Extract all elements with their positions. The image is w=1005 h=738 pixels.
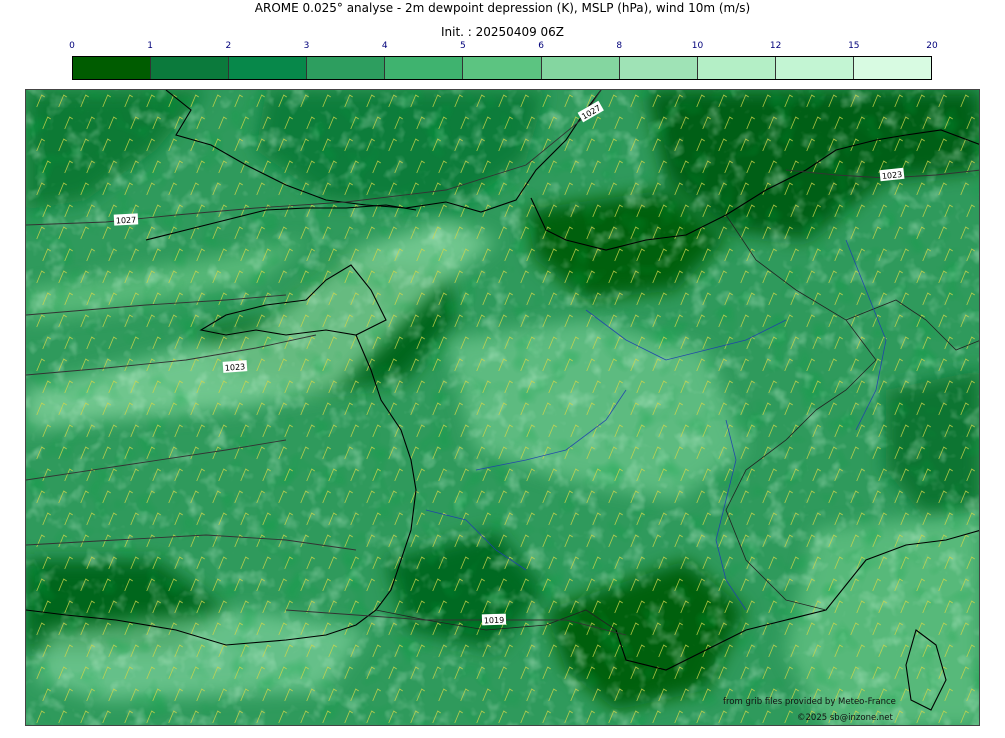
colorbar bbox=[72, 56, 932, 80]
colorbar-swatch bbox=[697, 57, 776, 79]
isobar-label: 1027 bbox=[116, 215, 137, 225]
data-source-credit: from grib files provided by Meteo-France bbox=[723, 697, 896, 707]
colorbar-tick: 1 bbox=[147, 41, 154, 51]
colorbar-tick: 12 bbox=[769, 41, 782, 51]
colorbar-tick: 20 bbox=[926, 41, 938, 51]
init-time: Init. : 20250409 06Z bbox=[440, 25, 565, 39]
colorbar-ticks: 0 1 2 3 4 5 6 8 10 12 15 20 bbox=[69, 41, 938, 55]
colorbar-swatch bbox=[619, 57, 698, 79]
map-svg: 1027 1023 1027 1023 1019 bbox=[26, 90, 979, 725]
colorbar-tick: 3 bbox=[303, 41, 310, 51]
colorbar-tick: 0 bbox=[69, 41, 75, 51]
weather-map: 1027 1023 1027 1023 1019 from grib files… bbox=[25, 89, 980, 726]
isobar-label: 1019 bbox=[484, 616, 505, 626]
colorbar-tick: 15 bbox=[848, 41, 860, 51]
colorbar-tick: 4 bbox=[381, 41, 388, 51]
colorbar-tick: 6 bbox=[538, 41, 544, 51]
colorbar-tick: 5 bbox=[459, 41, 466, 51]
colorbar-swatch bbox=[853, 57, 932, 79]
colorbar-swatch bbox=[385, 57, 464, 79]
colorbar-swatch bbox=[307, 57, 386, 79]
colorbar-swatch bbox=[73, 57, 152, 79]
colorbar-tick: 8 bbox=[616, 41, 623, 51]
colorbar-swatch bbox=[151, 57, 230, 79]
colorbar-swatch bbox=[541, 57, 620, 79]
colorbar-swatch bbox=[775, 57, 854, 79]
isobar-label: 1023 bbox=[225, 362, 246, 372]
colorbar-swatch bbox=[463, 57, 542, 79]
copyright-credit: ©2025 sb@inzone.net bbox=[797, 713, 893, 723]
chart-title: AROME 0.025° analyse - 2m dewpoint depre… bbox=[254, 1, 751, 15]
colorbar-tick: 2 bbox=[225, 41, 232, 51]
colorbar-tick: 10 bbox=[691, 41, 704, 51]
colorbar-swatch bbox=[229, 57, 308, 79]
